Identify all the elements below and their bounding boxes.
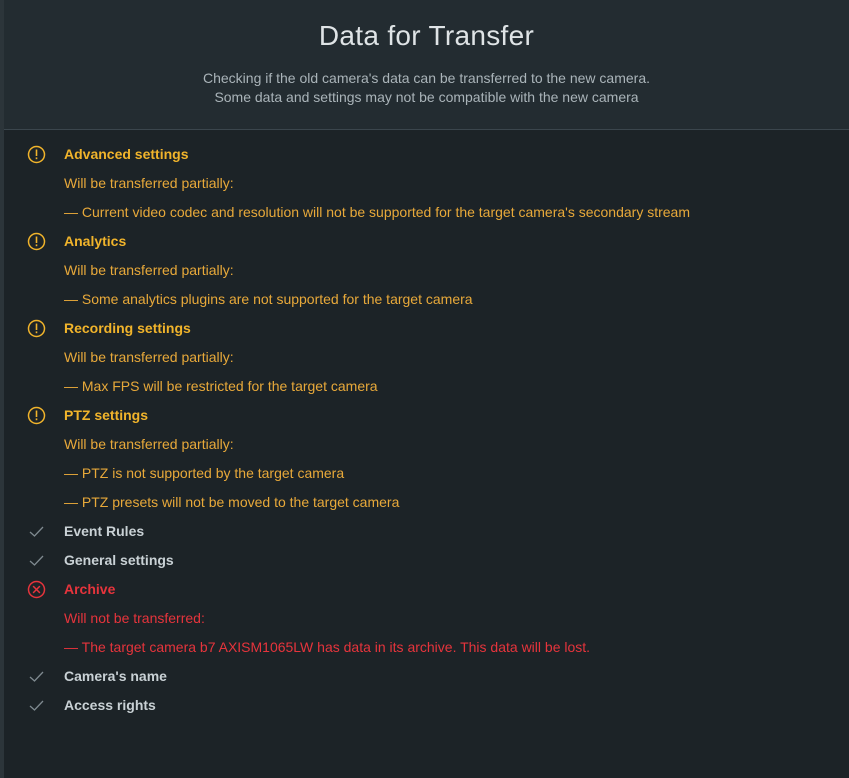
transfer-item-summary: Will be transferred partially: xyxy=(4,430,849,459)
transfer-item-header: Archive xyxy=(4,575,849,604)
transfer-item-summary: Will not be transferred: xyxy=(4,604,849,633)
transfer-item-summary: Will be transferred partially: xyxy=(4,256,849,285)
warning-circle-icon xyxy=(27,319,46,338)
transfer-item-header: PTZ settings xyxy=(4,401,849,430)
transfer-item-title: PTZ settings xyxy=(64,407,149,423)
transfer-item-title: General settings xyxy=(64,552,174,568)
checkmark-icon xyxy=(27,696,46,715)
transfer-item-header: Event Rules xyxy=(4,517,849,546)
transfer-item-detail: — PTZ is not supported by the target cam… xyxy=(4,459,849,488)
subtitle-line-2: Some data and settings may not be compat… xyxy=(214,89,639,105)
transfer-item-access-rights: Access rights xyxy=(4,691,849,720)
transfer-item-header: General settings xyxy=(4,546,849,575)
transfer-item-general-settings: General settings xyxy=(4,546,849,575)
transfer-item-title: Access rights xyxy=(64,697,156,713)
transfer-item-title: Event Rules xyxy=(64,523,145,539)
transfer-item-title: Recording settings xyxy=(64,320,191,336)
transfer-item-header: Camera's name xyxy=(4,662,849,691)
dialog-header: Data for Transfer Checking if the old ca… xyxy=(4,0,849,130)
transfer-item-detail: — The target camera b7 AXISM1065LW has d… xyxy=(4,633,849,662)
transfer-item-event-rules: Event Rules xyxy=(4,517,849,546)
summary-text: Will be transferred partially: xyxy=(64,262,234,278)
summary-text: Will be transferred partially: xyxy=(64,436,234,452)
transfer-item-analytics: Analytics Will be transferred partially: —… xyxy=(4,227,849,314)
error-circle-icon xyxy=(27,580,46,599)
transfer-item-title: Advanced settings xyxy=(64,146,189,162)
detail-text: — PTZ presets will not be moved to the t… xyxy=(64,494,400,510)
transfer-item-summary: Will be transferred partially: xyxy=(4,343,849,372)
transfer-item-ptz-settings: PTZ settings Will be transferred partiall… xyxy=(4,401,849,517)
detail-text: — Some analytics plugins are not support… xyxy=(64,291,473,307)
transfer-item-header: Access rights xyxy=(4,691,849,720)
transfer-item-title: Camera's name xyxy=(64,668,167,684)
transfer-item-camera-s-name: Camera's name xyxy=(4,662,849,691)
transfer-item-advanced-settings: Advanced settings Will be transferred par… xyxy=(4,140,849,227)
transfer-item-title: Archive xyxy=(64,581,116,597)
summary-text: Will be transferred partially: xyxy=(64,175,234,191)
summary-text: Will be transferred partially: xyxy=(64,349,234,365)
checkmark-icon xyxy=(27,551,46,570)
warning-circle-icon xyxy=(27,406,46,425)
dialog-subtitle: Checking if the old camera's data can be… xyxy=(4,69,849,107)
dialog-title: Data for Transfer xyxy=(318,20,535,51)
detail-text: — The target camera b7 AXISM1065LW has d… xyxy=(64,639,591,655)
summary-text: Will not be transferred: xyxy=(64,610,205,626)
warning-circle-icon xyxy=(27,145,46,164)
transfer-item-header: Advanced settings xyxy=(4,140,849,169)
transfer-item-header: Analytics xyxy=(4,227,849,256)
detail-text: — PTZ is not supported by the target cam… xyxy=(64,465,345,481)
transfer-dialog: Data for Transfer Checking if the old ca… xyxy=(0,0,849,778)
transfer-item-detail: — Max FPS will be restricted for the tar… xyxy=(4,372,849,401)
checkmark-icon xyxy=(27,667,46,686)
transfer-item-detail: — Current video codec and resolution wil… xyxy=(4,198,849,227)
detail-text: — Current video codec and resolution wil… xyxy=(64,204,690,220)
warning-circle-icon xyxy=(27,232,46,251)
checkmark-icon xyxy=(27,522,46,541)
detail-text: — Max FPS will be restricted for the tar… xyxy=(64,378,378,394)
transfer-item-archive: Archive Will not be transferred: — The tar… xyxy=(4,575,849,662)
transfer-item-detail: — Some analytics plugins are not support… xyxy=(4,285,849,314)
transfer-item-recording-settings: Recording settings Will be transferred pa… xyxy=(4,314,849,401)
transfer-item-header: Recording settings xyxy=(4,314,849,343)
transfer-item-title: Analytics xyxy=(64,233,127,249)
subtitle-line-1: Checking if the old camera's data can be… xyxy=(202,70,651,86)
transfer-items-list: Advanced settings Will be transferred par… xyxy=(4,140,849,720)
transfer-item-detail: — PTZ presets will not be moved to the t… xyxy=(4,488,849,517)
transfer-item-summary: Will be transferred partially: xyxy=(4,169,849,198)
